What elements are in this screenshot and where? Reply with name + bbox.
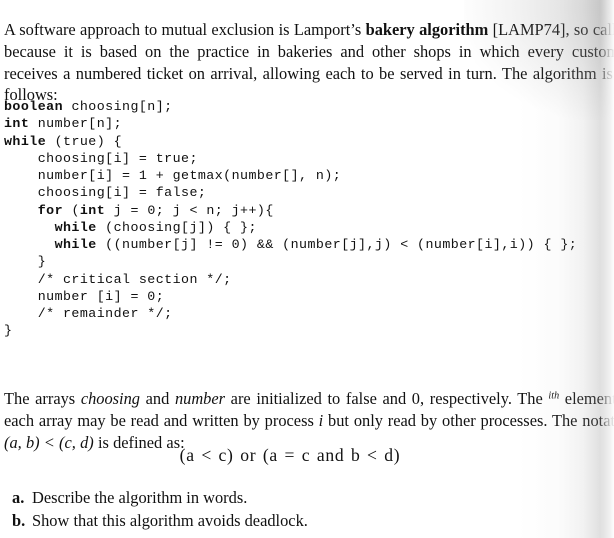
intro-text-run-1: A software approach to mutual exclusion …	[4, 20, 366, 40]
code-line: for (int j = 0; j < n; j++){	[4, 202, 614, 219]
question-list: a. Describe the algorithm in words. b. Show…	[4, 487, 564, 532]
code-line: choosing[i] = false;	[4, 184, 614, 201]
code-line: number[i] = 1 + getmax(number[], n);	[4, 167, 614, 184]
code-keyword: while	[4, 133, 47, 149]
arrays-text-run-2: and	[140, 389, 175, 409]
code-line: boolean choosing[n];	[4, 98, 614, 115]
code-text: number[i] = 1 + getmax(number[], n);	[37, 168, 342, 183]
code-keyword: boolean	[4, 99, 64, 114]
code-keyword: for	[37, 202, 64, 218]
code-keyword: while	[54, 237, 97, 252]
code-line: while (choosing[j]) { };	[4, 219, 614, 236]
code-line: /* remainder */;	[4, 305, 614, 322]
question-text: Show that this algorithm avoids deadlock…	[32, 510, 308, 530]
code-text: }	[4, 323, 13, 339]
document-page: A software approach to mutual exclusion …	[0, 0, 614, 538]
arrays-text-run-5: but only read by other processes. The no…	[323, 410, 614, 430]
question-marker: b.	[12, 510, 26, 530]
code-text: /* critical section */;	[37, 271, 232, 287]
code-text: (choosing[j]) { };	[96, 219, 257, 235]
question-marker: a.	[12, 488, 25, 507]
code-text: choosing[n];	[63, 99, 173, 114]
code-line: while (true) {	[4, 133, 614, 150]
choosing-italic-term: choosing	[80, 389, 140, 409]
intro-paragraph: A software approach to mutual exclusion …	[4, 19, 614, 105]
code-text: number [i] = 0;	[37, 288, 165, 304]
code-line: int number[n];	[4, 115, 614, 132]
code-listing: boolean choosing[n]; int number[n]; while …	[4, 98, 614, 340]
code-text: j = 0; j < n; j++){	[105, 202, 274, 218]
code-text: /* remainder */;	[37, 306, 173, 321]
code-line: number [i] = 0;	[4, 288, 614, 305]
code-line: }	[4, 322, 614, 339]
code-text: choosing[i] = true;	[37, 150, 198, 166]
notation-formula: (a < c) or (a = c and b < d)	[179, 445, 401, 465]
ith-superscript: ith	[548, 391, 560, 403]
code-text: }	[37, 254, 47, 270]
code-keyword: int	[4, 116, 30, 132]
question-text: Describe the algorithm in words.	[32, 488, 248, 507]
question-list-item: a. Describe the algorithm in words.	[4, 487, 564, 510]
code-keyword: int	[79, 202, 106, 218]
arrays-text-run-3: are initialized to false and 0, respecti…	[225, 389, 549, 409]
code-text: number[n];	[29, 116, 123, 132]
bakery-algorithm-bold-term: bakery algorithm	[365, 20, 489, 40]
code-line: while ((number[j] != 0) && (number[j],j)…	[4, 236, 614, 253]
code-line: choosing[i] = true;	[4, 150, 614, 167]
code-text: choosing[i] = false;	[37, 185, 207, 201]
code-line: }	[4, 253, 614, 270]
code-text: (true) {	[46, 133, 123, 149]
code-keyword: while	[54, 219, 97, 235]
code-line: /* critical section */;	[4, 271, 614, 288]
number-italic-term: number	[174, 389, 226, 409]
code-text: (	[63, 202, 80, 218]
code-text: ((number[j] != 0) && (number[j],j) < (nu…	[96, 237, 578, 252]
question-list-item: b. Show that this algorithm avoids deadlo…	[4, 510, 564, 533]
arrays-text-run-1: The arrays	[4, 389, 81, 409]
